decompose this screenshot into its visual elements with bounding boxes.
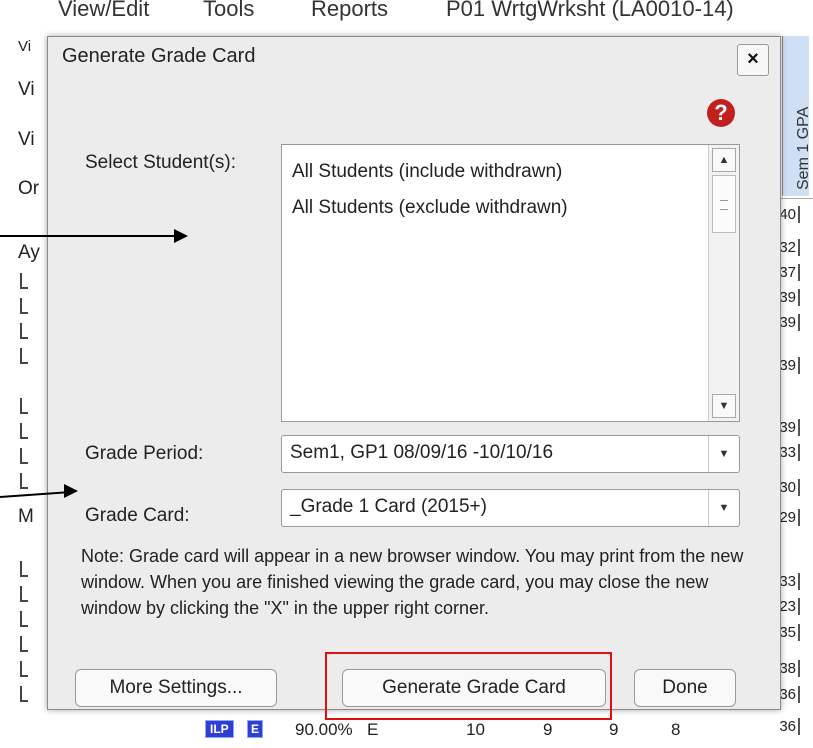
bg-row-marker: [20, 686, 28, 702]
annotation-arrow-line: [0, 235, 176, 237]
bg-label: Vi: [18, 79, 35, 100]
bg-label: Ay: [18, 242, 40, 263]
bg-row-marker: [20, 473, 28, 489]
e-badge[interactable]: E: [247, 720, 264, 738]
menu-tools[interactable]: Tools: [203, 0, 254, 22]
done-button[interactable]: Done: [634, 669, 736, 707]
row-score: 9: [543, 720, 553, 739]
chevron-down-icon[interactable]: ▼: [708, 490, 739, 526]
generate-grade-card-dialog: Generate Grade Card × ? Select Student(s…: [47, 36, 781, 710]
bg-label: M: [18, 506, 34, 527]
column-header-label: Sem 1 GPA: [795, 106, 812, 190]
menu-bar: View/Edit Tools Reports P01 WrtgWrksht (…: [0, 0, 813, 36]
row-grade: E: [367, 720, 379, 739]
background-left-column: Vi Vi Vi Or Ay M: [18, 36, 46, 748]
row-score: 10: [466, 720, 485, 739]
row-score: 8: [671, 720, 681, 739]
more-settings-button[interactable]: More Settings...: [75, 669, 277, 707]
grade-card-note: Note: Grade card will appear in a new br…: [81, 546, 744, 618]
grade-period-value: Sem1, GP1 08/09/16 -10/10/16: [290, 442, 554, 463]
context-title: P01 WrtgWrksht (LA0010-14): [446, 0, 734, 21]
table-row: ILP E 90.00% E 10 9 9 8: [140, 718, 813, 748]
close-button[interactable]: ×: [737, 44, 769, 76]
bg-row-marker: [20, 323, 28, 339]
bg-row-marker: [20, 423, 28, 439]
bg-row-marker: [20, 661, 28, 677]
row-percent: 90.00%: [295, 720, 353, 739]
chevron-down-icon[interactable]: ▼: [708, 436, 739, 472]
bg-label: Vi: [18, 129, 35, 150]
list-item[interactable]: All Students (include withdrawn): [292, 161, 562, 183]
grade-card-value: _Grade 1 Card (2015+): [290, 496, 487, 517]
listbox-scrollbar[interactable]: ▲ ▼: [708, 145, 739, 421]
select-students-label: Select Student(s):: [85, 152, 237, 173]
scroll-thumb[interactable]: [712, 175, 736, 233]
list-item[interactable]: All Students (exclude withdrawn): [292, 197, 568, 219]
bg-label: Or: [18, 178, 40, 199]
bg-row-marker: [20, 586, 28, 602]
grip-icon: [720, 200, 728, 210]
bg-label: Vi: [18, 38, 32, 55]
bg-row-marker: [20, 636, 28, 652]
bg-row-marker: [20, 448, 28, 464]
bg-row-marker: [20, 348, 28, 364]
student-listbox[interactable]: All Students (include withdrawn) All Stu…: [281, 144, 740, 422]
menu-reports[interactable]: Reports: [311, 0, 388, 22]
scroll-down-icon[interactable]: ▼: [712, 394, 736, 418]
close-icon: ×: [747, 48, 759, 70]
bg-row-marker: [20, 561, 28, 577]
dialog-title: Generate Grade Card: [62, 45, 256, 67]
menu-view-edit[interactable]: View/Edit: [58, 0, 149, 22]
arrow-right-icon: [174, 229, 188, 243]
arrow-right-icon: [64, 484, 78, 498]
ilp-badge[interactable]: ILP: [205, 720, 234, 738]
grade-period-select[interactable]: Sem1, GP1 08/09/16 -10/10/16 ▼: [281, 435, 740, 473]
scroll-up-icon[interactable]: ▲: [712, 148, 736, 172]
bg-row-marker: [20, 611, 28, 627]
generate-button-highlight: [325, 652, 612, 720]
help-icon[interactable]: ?: [707, 99, 735, 127]
column-header: Sem 1 GPA: [782, 36, 812, 196]
bg-row-marker: [20, 298, 28, 314]
row-score: 9: [609, 720, 619, 739]
grade-period-label: Grade Period:: [85, 443, 204, 464]
grade-card-label: Grade Card:: [85, 505, 190, 526]
bg-row-marker: [20, 273, 28, 289]
grade-card-select[interactable]: _Grade 1 Card (2015+) ▼: [281, 489, 740, 527]
bg-row-marker: [20, 398, 28, 414]
